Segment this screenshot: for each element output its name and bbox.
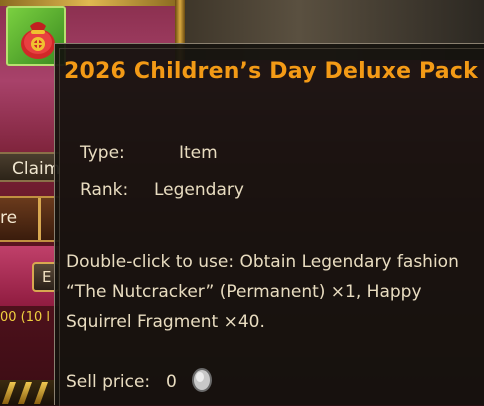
sell-price-label: Sell price: <box>66 372 151 392</box>
type-value: Item <box>179 143 218 163</box>
tab-row[interactable]: re <box>0 196 60 242</box>
rank-label: Rank: <box>80 180 129 200</box>
gift-bag-icon <box>21 22 55 59</box>
silver-coin-icon <box>192 368 212 392</box>
sell-price-value: 0 <box>166 372 177 392</box>
type-label: Type: <box>80 143 125 163</box>
item-description: Double-click to use: Obtain Legendary fa… <box>66 252 459 332</box>
tab-divider <box>38 198 41 240</box>
tab-label: re <box>0 208 18 228</box>
gold-trim-bottom <box>0 380 60 405</box>
reward-text: 00 (10 l <box>0 310 51 325</box>
item-tooltip: 2026 Children’s Day Deluxe Pack Type: It… <box>54 43 484 406</box>
item-title: 2026 Children’s Day Deluxe Pack <box>64 59 478 84</box>
tooltip-inner-frame <box>59 48 484 406</box>
claim-button[interactable]: Claim <box>0 152 60 182</box>
rank-value: Legendary <box>154 180 244 200</box>
